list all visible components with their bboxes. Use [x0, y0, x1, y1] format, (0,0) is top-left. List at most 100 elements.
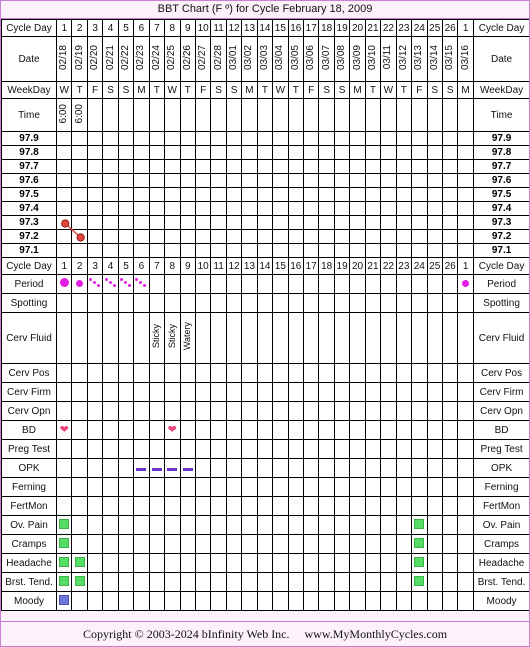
headache-cell-18[interactable] [318, 553, 335, 573]
temp-cell-d13-97.7[interactable] [241, 159, 258, 174]
temp-cell-d23-97.2[interactable] [395, 229, 413, 244]
ov-pain-cell-27[interactable] [457, 515, 474, 535]
ferning-cell-24[interactable] [411, 477, 428, 497]
cerv-opn-cell-20[interactable] [349, 401, 366, 421]
temp-cell-d23-97.6[interactable] [395, 173, 413, 188]
temp-cell-d7-97.1[interactable] [148, 243, 166, 258]
cerv-opn-cell-12[interactable] [225, 401, 243, 421]
period-cell-22[interactable] [380, 274, 397, 294]
temp-cell-d22-97.2[interactable] [380, 229, 397, 244]
period-cell-17[interactable] [302, 274, 320, 294]
preg-test-cell-4[interactable] [102, 439, 119, 459]
fertmon-cell-7[interactable] [148, 496, 166, 516]
period-cell-18[interactable] [318, 274, 335, 294]
spotting-cell-3[interactable] [86, 293, 104, 313]
brst-tend-cell-7[interactable] [148, 572, 166, 592]
temp-cell-d24-97.2[interactable] [411, 229, 428, 244]
temp-cell-d8-97.6[interactable] [164, 173, 181, 188]
period-cell-20[interactable] [349, 274, 366, 294]
cerv-pos-cell-20[interactable] [349, 363, 366, 383]
cramps-cell-8[interactable] [164, 534, 181, 554]
cerv-fluid-cell-18[interactable] [318, 312, 335, 364]
cycle-day-header2-22[interactable]: 22 [380, 257, 397, 275]
headache-cell-13[interactable] [241, 553, 258, 573]
cycle-day-header-10[interactable]: 10 [194, 19, 212, 37]
brst-tend-cell-21[interactable] [364, 572, 382, 592]
temp-cell-d21-97.8[interactable] [364, 145, 382, 160]
temp-cell-d6-97.6[interactable] [133, 173, 150, 188]
temp-cell-d20-97.7[interactable] [349, 159, 366, 174]
moody-cell-20[interactable] [349, 591, 366, 611]
ov-pain-cell-8[interactable] [164, 515, 181, 535]
temp-cell-d6-97.3[interactable] [133, 215, 150, 230]
cerv-fluid-cell-15[interactable] [272, 312, 289, 364]
cycle-day-header2-19[interactable]: 19 [333, 257, 351, 275]
temp-cell-d14-97.5[interactable] [256, 187, 274, 202]
brst-tend-cell-4[interactable] [102, 572, 119, 592]
temp-cell-d5-97.8[interactable] [117, 145, 135, 160]
cerv-opn-cell-4[interactable] [102, 401, 119, 421]
cerv-fluid-cell-12[interactable] [225, 312, 243, 364]
temp-cell-d8-97.7[interactable] [164, 159, 181, 174]
cerv-opn-cell-3[interactable] [86, 401, 104, 421]
temp-cell-d17-97.8[interactable] [302, 145, 320, 160]
temp-cell-d1-97.9[interactable] [55, 131, 73, 146]
temp-cell-d18-97.3[interactable] [318, 215, 335, 230]
ferning-cell-22[interactable] [380, 477, 397, 497]
cycle-day-header-23[interactable]: 23 [395, 19, 413, 37]
temp-cell-d23-97.4[interactable] [395, 201, 413, 216]
brst-tend-cell-19[interactable] [333, 572, 351, 592]
temp-cell-d21-97.3[interactable] [364, 215, 382, 230]
headache-cell-11[interactable] [210, 553, 227, 573]
cycle-day-header2-7[interactable]: 7 [148, 257, 166, 275]
temp-cell-d11-97.5[interactable] [210, 187, 227, 202]
temp-cell-d10-97.6[interactable] [194, 173, 212, 188]
cycle-day-header-18[interactable]: 18 [318, 19, 335, 37]
ov-pain-cell-17[interactable] [302, 515, 320, 535]
period-cell-5[interactable] [117, 274, 135, 294]
spotting-cell-18[interactable] [318, 293, 335, 313]
cramps-cell-23[interactable] [395, 534, 413, 554]
period-cell-13[interactable] [241, 274, 258, 294]
ferning-cell-11[interactable] [210, 477, 227, 497]
temp-cell-d27-97.2[interactable] [457, 229, 474, 244]
temp-cell-d7-97.4[interactable] [148, 201, 166, 216]
bd-cell-5[interactable] [117, 420, 135, 440]
ov-pain-cell-19[interactable] [333, 515, 351, 535]
cerv-pos-cell-18[interactable] [318, 363, 335, 383]
spotting-cell-1[interactable] [55, 293, 73, 313]
temp-cell-d6-97.4[interactable] [133, 201, 150, 216]
ov-pain-cell-20[interactable] [349, 515, 366, 535]
cerv-firm-cell-3[interactable] [86, 382, 104, 402]
headache-cell-5[interactable] [117, 553, 135, 573]
cramps-cell-20[interactable] [349, 534, 366, 554]
cerv-opn-cell-13[interactable] [241, 401, 258, 421]
cycle-day-header-17[interactable]: 17 [302, 19, 320, 37]
temp-cell-d6-97.5[interactable] [133, 187, 150, 202]
ferning-cell-19[interactable] [333, 477, 351, 497]
spotting-cell-21[interactable] [364, 293, 382, 313]
spotting-cell-22[interactable] [380, 293, 397, 313]
spotting-cell-25[interactable] [426, 293, 443, 313]
preg-test-cell-10[interactable] [194, 439, 212, 459]
moody-cell-18[interactable] [318, 591, 335, 611]
temp-cell-d4-97.8[interactable] [102, 145, 119, 160]
cerv-opn-cell-26[interactable] [441, 401, 459, 421]
fertmon-cell-24[interactable] [411, 496, 428, 516]
cramps-cell-15[interactable] [272, 534, 289, 554]
temp-cell-d1-97.8[interactable] [55, 145, 73, 160]
temp-cell-d22-97.1[interactable] [380, 243, 397, 258]
cerv-opn-cell-24[interactable] [411, 401, 428, 421]
temp-cell-d3-97.6[interactable] [86, 173, 104, 188]
ferning-cell-2[interactable] [71, 477, 88, 497]
cerv-pos-cell-4[interactable] [102, 363, 119, 383]
temp-cell-d26-97.5[interactable] [441, 187, 459, 202]
cycle-day-header-11[interactable]: 11 [210, 19, 227, 37]
cerv-opn-cell-6[interactable] [133, 401, 150, 421]
period-cell-1[interactable] [55, 274, 73, 294]
temp-cell-d18-97.1[interactable] [318, 243, 335, 258]
temp-cell-d22-97.9[interactable] [380, 131, 397, 146]
cerv-firm-cell-8[interactable] [164, 382, 181, 402]
temp-cell-d5-97.6[interactable] [117, 173, 135, 188]
headache-cell-15[interactable] [272, 553, 289, 573]
